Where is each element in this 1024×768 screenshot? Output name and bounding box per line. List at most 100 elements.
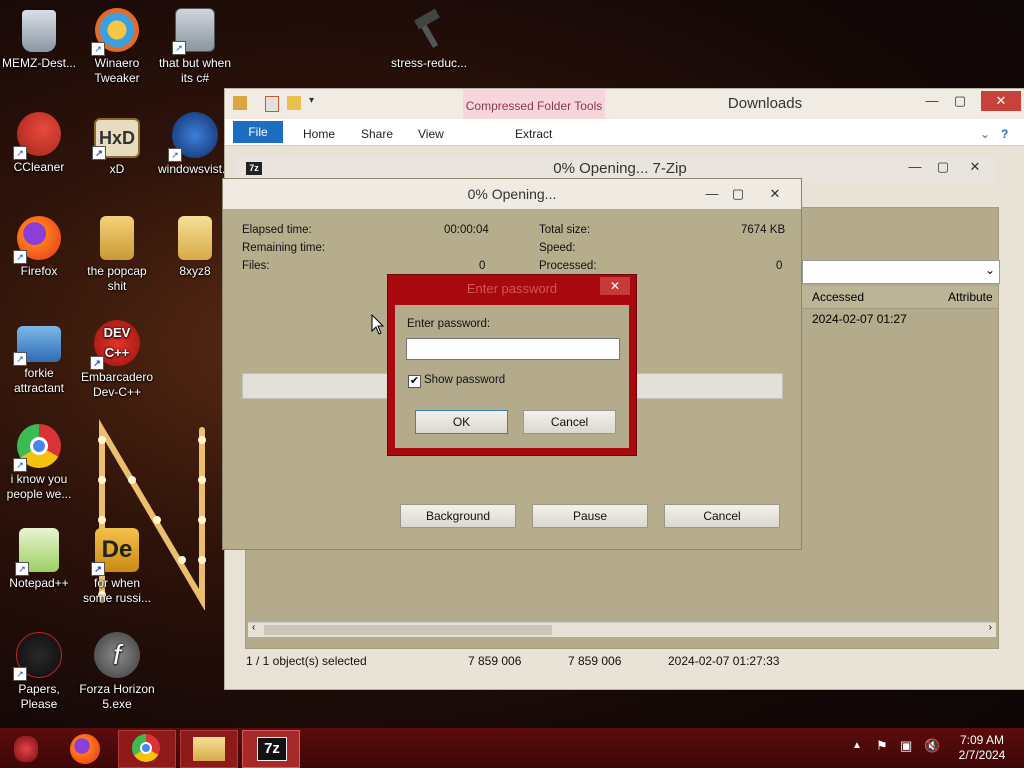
maximize-button[interactable]: ▢: [928, 157, 958, 177]
folder-icon: [233, 96, 247, 110]
status-size: 7 859 006: [468, 654, 522, 668]
desktop-icon-label: the popcap shit: [87, 264, 147, 293]
maximize-button[interactable]: ▢: [945, 91, 975, 111]
properties-icon[interactable]: [265, 96, 279, 112]
new-folder-icon[interactable]: [287, 96, 301, 110]
desktop-icon-memz[interactable]: MEMZ-Dest...: [0, 8, 78, 71]
desktop-icon-label: that but when its c#: [158, 56, 232, 85]
show-password-label[interactable]: Show password: [424, 374, 505, 386]
ribbon-expand-icon[interactable]: ⌄: [980, 123, 990, 145]
firefox-icon: ↗: [13, 216, 61, 264]
remaining-label: Remaining time:: [242, 242, 326, 254]
minimize-button[interactable]: —: [917, 91, 947, 111]
explorer-title: Downloads: [727, 95, 803, 112]
close-button[interactable]: ✕: [600, 277, 630, 295]
compressed-folder-tools-tab[interactable]: Compressed Folder Tools: [463, 89, 605, 119]
desktop-icon-forza[interactable]: f Forza Horizon 5.exe: [78, 632, 156, 712]
background-button[interactable]: Background: [400, 504, 516, 528]
desktop-icon-windowsvista[interactable]: ↗ windowsvist...: [156, 112, 234, 177]
password-dialog-body: Enter password: ✔ Show password OK Cance…: [395, 305, 629, 448]
explorer-ribbon: File Home Share View Extract ⌄ ?: [225, 119, 1024, 146]
hxd-icon: HxD ↗: [92, 118, 140, 160]
close-button[interactable]: ✕: [981, 91, 1021, 111]
taskbar-chrome[interactable]: [118, 730, 176, 768]
desktop-icon-forkie[interactable]: ↗ forkie attractant: [0, 320, 78, 396]
desktop-icon-chrome[interactable]: ↗ i know you people we...: [0, 424, 78, 502]
de-icon: De ↗: [91, 528, 139, 576]
desktop-icon-label: Embarcadero Dev-C++: [80, 370, 154, 399]
desktop-icon-label: windowsvist...: [157, 162, 233, 176]
desktop-icon-xd[interactable]: HxD ↗ xD: [78, 112, 156, 177]
ccleaner-icon: ↗: [13, 112, 61, 160]
file-explorer-icon: [193, 737, 225, 761]
start-button[interactable]: [4, 730, 50, 766]
address-dropdown[interactable]: ⌄: [802, 260, 1000, 284]
desktop-icon-de[interactable]: De ↗ for when some russi...: [78, 528, 156, 606]
status-packed-size: 7 859 006: [568, 654, 622, 668]
desktop-icon-that-but-when[interactable]: ↗ that but when its c#: [156, 8, 234, 86]
scroll-left-icon[interactable]: ‹: [252, 622, 255, 633]
speed-label: Speed:: [539, 242, 576, 254]
winaero-icon: ↗: [91, 8, 139, 56]
row-accessed[interactable]: 2024-02-07 01:27: [812, 312, 907, 326]
explorer-status-bar: 1 / 1 object(s) selected 7 859 006 7 859…: [244, 650, 994, 672]
quick-access-dropdown-icon[interactable]: ▾: [309, 95, 314, 106]
cancel-button[interactable]: Cancel: [523, 410, 616, 434]
tab-share[interactable]: Share: [361, 123, 393, 145]
taskbar-7zip[interactable]: 7z: [242, 730, 300, 768]
firefox-icon: [70, 734, 100, 764]
taskbar-firefox[interactable]: [58, 730, 114, 766]
maximize-button[interactable]: ▢: [723, 184, 753, 204]
taskbar-file-explorer[interactable]: [180, 730, 238, 768]
close-button[interactable]: ✕: [753, 184, 797, 204]
desktop-icon-firefox[interactable]: ↗ Firefox: [0, 216, 78, 279]
desktop-icon-devcpp[interactable]: DEV C++ ↗ Embarcadero Dev-C++: [78, 320, 156, 400]
show-password-checkbox[interactable]: ✔: [408, 375, 421, 388]
volume-muted-icon[interactable]: 🔇: [924, 738, 940, 754]
tab-view[interactable]: View: [418, 123, 444, 145]
clock[interactable]: 7:09 AM 2/7/2024: [950, 733, 1014, 763]
taskbar: 7z ▲ ⚑ ▣ 🔇 7:09 AM 2/7/2024: [0, 728, 1024, 768]
close-button[interactable]: ✕: [960, 157, 990, 177]
desktop-icon-notepadpp[interactable]: ↗ Notepad++: [0, 528, 78, 591]
desktop-icon-ccleaner[interactable]: ↗ CCleaner: [0, 112, 78, 175]
recycle-bin-icon: [22, 10, 56, 52]
chevron-down-icon[interactable]: ⌄: [985, 263, 995, 277]
password-input[interactable]: [406, 338, 620, 360]
column-attribute[interactable]: Attribute: [948, 290, 993, 304]
help-icon[interactable]: ?: [1001, 123, 1008, 145]
desktop-icon-winaero[interactable]: ↗ Winaero Tweaker: [78, 8, 156, 86]
column-headers: Accessed Attribute: [802, 286, 998, 309]
desktop-icon-label: for when some russi...: [82, 576, 151, 605]
total-size-value: 7674 KB: [741, 224, 786, 236]
cancel-button[interactable]: Cancel: [664, 504, 780, 528]
desktop-icon-label: Winaero Tweaker: [94, 56, 140, 85]
desktop-icon-popcap[interactable]: the popcap shit: [78, 216, 156, 294]
pause-button[interactable]: Pause: [532, 504, 648, 528]
desktop-icon-label: i know you people we...: [6, 472, 72, 501]
horizontal-scrollbar[interactable]: ‹ ›: [248, 622, 996, 637]
network-icon[interactable]: ▣: [900, 738, 912, 754]
status-selected: 1 / 1 object(s) selected: [246, 654, 367, 668]
tab-extract[interactable]: Extract: [515, 123, 552, 145]
tab-home[interactable]: Home: [303, 123, 335, 145]
flash-icon: f: [94, 632, 140, 678]
windows-orb-icon: ↗: [168, 112, 218, 162]
desktop-icon-label: Papers, Please: [18, 682, 60, 711]
flag-icon[interactable]: ⚑: [876, 738, 888, 754]
desktop-icon-stress[interactable]: stress-reduc...: [390, 8, 468, 71]
folder-icon: [100, 216, 134, 260]
desktop-icon-papers[interactable]: ↗ Papers, Please: [0, 632, 78, 712]
monitor-gear-icon: ↗: [13, 326, 61, 366]
processed-label: Processed:: [539, 260, 597, 272]
column-accessed[interactable]: Accessed: [812, 290, 864, 304]
processed-value: 0: [776, 260, 783, 272]
desktop-icon-label: stress-reduc...: [390, 56, 468, 70]
scroll-right-icon[interactable]: ›: [989, 622, 992, 633]
tab-file[interactable]: File: [233, 121, 283, 143]
show-hidden-icons-icon[interactable]: ▲: [852, 740, 862, 751]
minimize-button[interactable]: —: [900, 157, 930, 177]
desktop-icon-label: Forza Horizon 5.exe: [79, 682, 155, 711]
ok-button[interactable]: OK: [415, 410, 508, 434]
scrollbar-thumb[interactable]: [264, 625, 552, 635]
